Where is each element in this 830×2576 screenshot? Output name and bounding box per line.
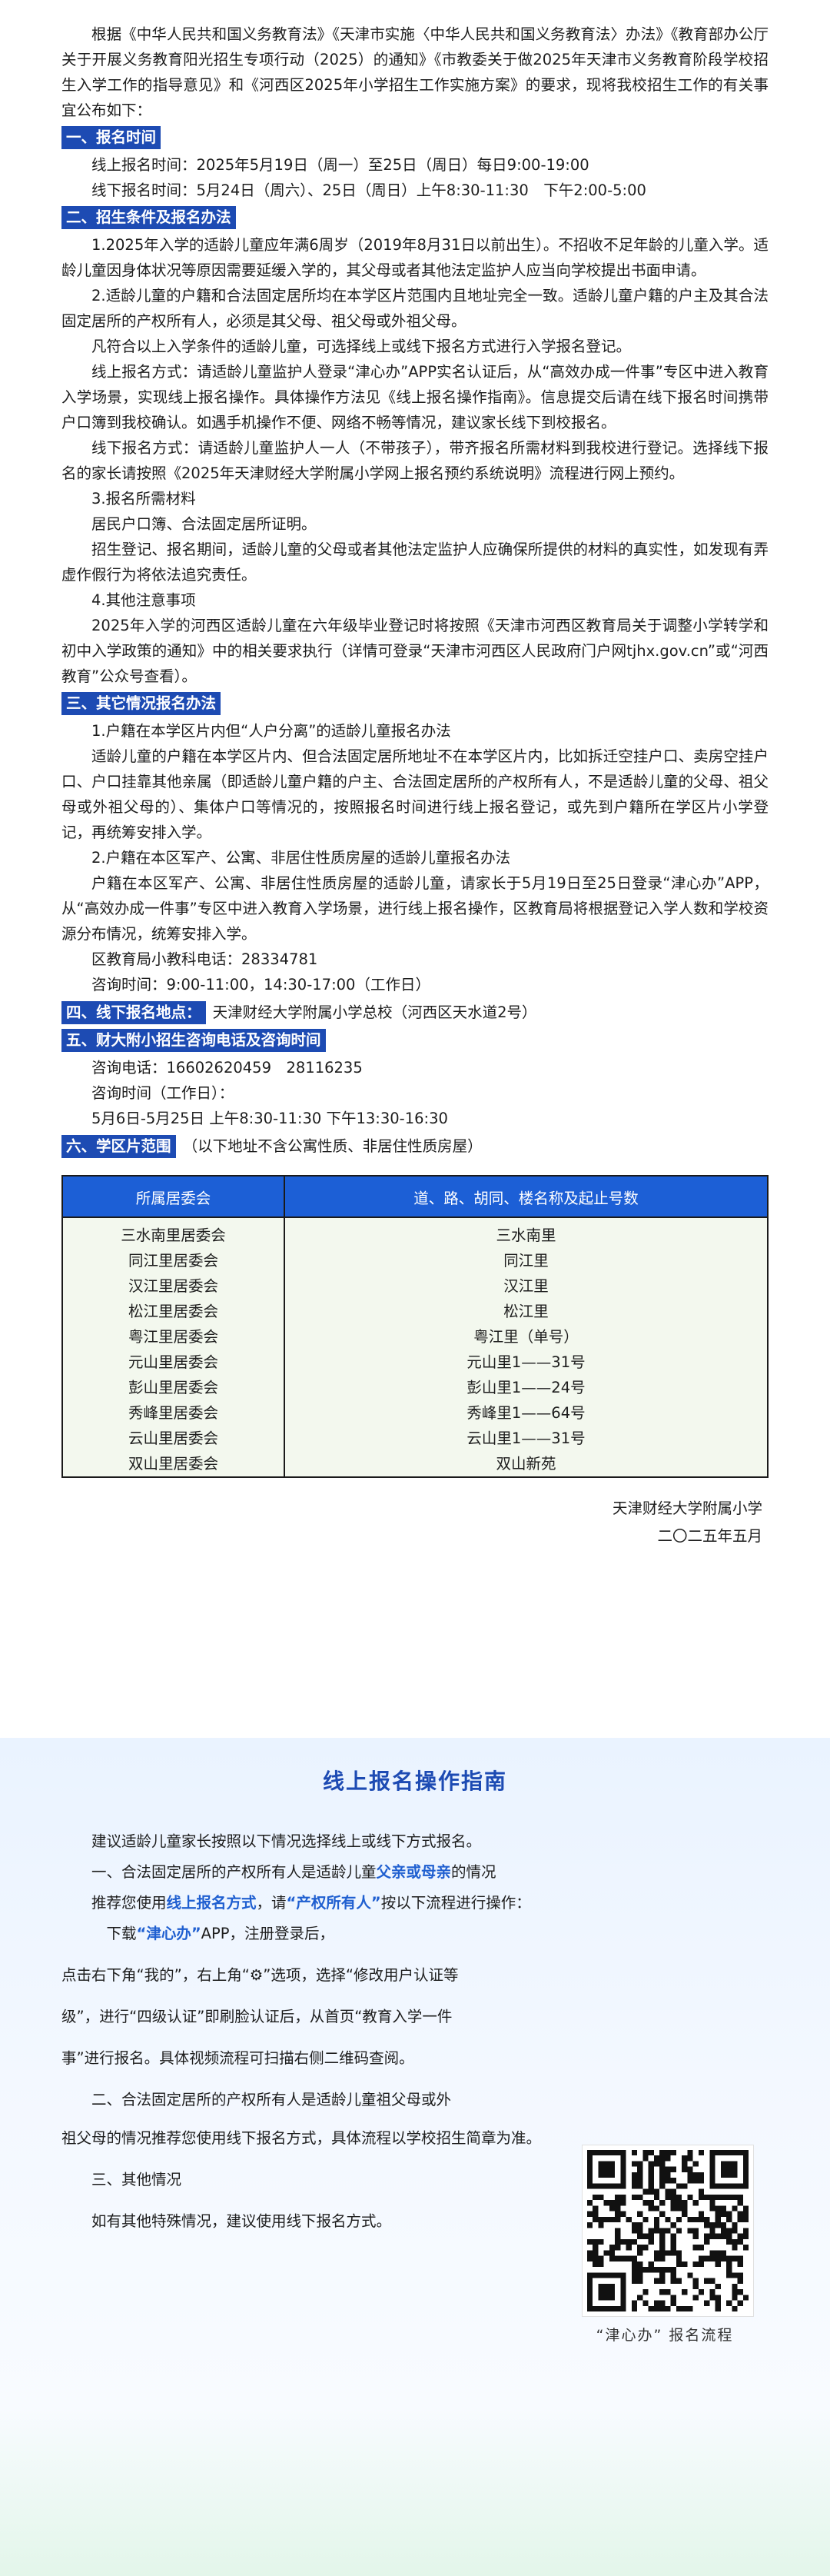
qr-caption: “津心办” 报名流程 [596,2327,734,2344]
guide-download-c: APP，注册登录后， [201,1925,335,1942]
s5-hours: 5月6日-5月25日 上午8:30-11:30 下午13:30-16:30 [91,1110,448,1127]
s5-hours-label: 咨询时间（工作日）： [91,1084,234,1102]
section-4-header: 四、线下报名地点： 天津财经大学附属小学总校（河西区天水道2号） [61,1000,769,1026]
guide-case-2: 二、合法固定居所的产权所有人是适龄儿童祖父母或外 [91,2091,452,2108]
address-cell: 松江里 [284,1299,769,1324]
guide-title: 线上报名操作指南 [322,1769,507,1794]
qr-code-icon [587,2150,749,2311]
online-time: 线上报名时间：2025年5月19日（周一）至25日（周日）每日9:00-19:0… [91,156,589,174]
signature-date: 二〇二五年五月 [657,1527,762,1545]
address-cell: 双山新苑 [284,1451,769,1478]
guide-app-name: “津心办” [136,1925,201,1942]
intro-text: 根据《中华人民共和国义务教育法》《天津市实施〈中华人民共和国义务教育法〉办法》《… [61,25,769,119]
address-cell: 云山里1——31号 [284,1426,769,1451]
section-1-header: 一、报名时间 [61,126,769,151]
s3-heading-2: 2.户籍在本区军产、公寓、非居住性质房屋的适龄儿童报名办法 [91,849,511,867]
committee-cell: 彭山里居委会 [61,1375,285,1400]
address-cell: 粤江里（单号） [284,1324,769,1350]
table-row: 秀峰里居委会 秀峰里1——64号 [61,1400,769,1426]
guide-intro: 建议适龄儿童家长按照以下情况选择线上或线下方式报名。 [91,1832,482,1850]
section-1-title: 一、报名时间 [61,126,161,149]
guide-download-a: 下载 [106,1925,137,1942]
address-cell: 元山里1——31号 [284,1350,769,1375]
guide-step-2: 级”，进行“四级认证”即刷脸认证后，从首页“教育入学一件 [61,2008,453,2025]
committee-cell: 汉江里居委会 [61,1273,285,1299]
table-row: 松江里居委会 松江里 [61,1299,769,1324]
table-row: 元山里居委会 元山里1——31号 [61,1350,769,1375]
guide-step-1: 点击右下角“我的”，右上角“⚙”选项，选择“修改用户认证等 [61,1966,459,1984]
district-table: 所属居委会 道、路、胡同、楼名称及起止号数 三水南里居委会 三水南里 同江里居委… [61,1175,769,1478]
s5-phone: 咨询电话：16602620459 28116235 [91,1059,363,1077]
s2-age-rule: 1.2025年入学的适龄儿童应年满6周岁（2019年8月31日以前出生）。不招收… [61,236,769,279]
committee-cell: 元山里居委会 [61,1350,285,1375]
s3-separated: 适龄儿童的户籍在本学区片内、但合法固定居所地址不在本学区片内，比如拆迁空挂户口、… [61,747,769,841]
guide-step-3: 事”进行报名。具体视频流程可扫描右侧二维码查阅。 [61,2049,414,2067]
address-cell: 彭山里1——24号 [284,1375,769,1400]
guide-download: 下载“津心办”APP，注册登录后， [61,1919,769,1949]
guide-case-1: 一、合法固定居所的产权所有人是适龄儿童父亲或母亲的情况 [61,1857,769,1888]
address-cell: 秀峰里1——64号 [284,1400,769,1426]
section-2-header: 二、招生条件及报名办法 [61,206,769,231]
s2-notes: 2025年入学的河西区适龄儿童在六年级毕业登记时将按照《天津市河西区教育局关于调… [61,617,769,685]
table-row: 双山里居委会 双山新苑 [61,1451,769,1478]
guide-recommend-a: 推荐您使用 [91,1894,167,1912]
s2-notes-heading: 4.其他注意事项 [91,591,196,609]
s6-note: （以下地址不含公寓性质、非居住性质房屋） [182,1137,483,1155]
s3-hours: 咨询时间：9:00-11:00，14:30-17:00（工作日） [91,976,430,993]
address-cell: 同江里 [284,1248,769,1273]
section-6-header: 六、学区片范围 （以下地址不含公寓性质、非居住性质房屋） [61,1134,769,1160]
committee-cell: 粤江里居委会 [61,1324,285,1350]
s2-online-method: 线上报名方式：请适龄儿童监护人登录“津心办”APP实名认证后，从“高效办成一件事… [61,363,769,431]
guide-online-method: 线上报名方式 [166,1894,257,1912]
committee-cell: 松江里居委会 [61,1299,285,1324]
s3-military: 户籍在本区军产、公寓、非居住性质房屋的适龄儿童，请家长于5月19日至25日登录“… [61,874,769,943]
section-2-title: 二、招生条件及报名办法 [61,206,236,229]
guide-recommend-c: ，请 [256,1894,287,1912]
committee-cell: 云山里居委会 [61,1426,285,1451]
section-3-header: 三、其它情况报名办法 [61,692,769,717]
guide-owner: “产权所有人” [286,1894,381,1912]
table-row: 彭山里居委会 彭山里1——24号 [61,1375,769,1400]
s2-offline-method: 线下报名方式：请适龄儿童监护人一人（不带孩子），带齐报名所需材料到我校进行登记。… [61,439,769,482]
qr-code[interactable] [583,2145,753,2316]
table-row: 三水南里居委会 三水南里 [61,1217,769,1248]
committee-cell: 秀峰里居委会 [61,1400,285,1426]
address-cell: 三水南里 [284,1217,769,1248]
guide-recommend: 推荐您使用线上报名方式，请“产权所有人”按以下流程进行操作： [61,1888,769,1919]
committee-cell: 双山里居委会 [61,1451,285,1478]
table-row: 同江里居委会 同江里 [61,1248,769,1273]
announcement-content: 根据《中华人民共和国义务教育法》《天津市实施〈中华人民共和国义务教育法〉办法》《… [61,22,769,1550]
s2-materials-heading: 3.报名所需材料 [91,490,196,508]
guide-recommend-e: 按以下流程进行操作： [380,1894,531,1912]
offline-location: 天津财经大学附属小学总校（河西区天水道2号） [212,1003,537,1021]
guide-case-1-highlight: 父亲或母亲 [376,1863,452,1881]
s2-residence-rule: 2.适龄儿童的户籍和合法固定居所均在本学区片范围内且地址完全一致。适龄儿童户籍的… [61,287,769,330]
school-signature: 天津财经大学附属小学 [612,1499,762,1517]
s3-phone: 区教育局小教科电话：28334781 [91,950,318,968]
section-5-header: 五、财大附小招生咨询电话及咨询时间 [61,1029,769,1053]
guide-case-1-c: 的情况 [451,1863,496,1881]
section-6-title: 六、学区片范围 [61,1135,176,1158]
table-header-row: 所属居委会 道、路、胡同、楼名称及起止号数 [61,1175,769,1218]
section-3-title: 三、其它情况报名办法 [61,692,221,715]
s3-heading-1: 1.户籍在本学区片内但“人户分离”的适龄儿童报名办法 [91,722,451,740]
table-header-committee: 所属居委会 [61,1175,285,1218]
guide-case-1-a: 一、合法固定居所的产权所有人是适龄儿童 [91,1863,377,1881]
committee-cell: 同江里居委会 [61,1248,285,1273]
s2-authenticity: 招生登记、报名期间，适龄儿童的父母或者其他法定监护人应确保所提供的材料的真实性，… [61,541,769,584]
table-row: 粤江里居委会 粤江里（单号） [61,1324,769,1350]
table-row: 汉江里居委会 汉江里 [61,1273,769,1299]
committee-cell: 三水南里居委会 [61,1217,285,1248]
section-4-title: 四、线下报名地点： [61,1001,206,1024]
section-5-title: 五、财大附小招生咨询电话及咨询时间 [61,1029,326,1052]
s2-eligibility: 凡符合以上入学条件的适龄儿童，可选择线上或线下报名方式进行入学报名登记。 [91,338,632,355]
district-table-wrap: 所属居委会 道、路、胡同、楼名称及起止号数 三水南里居委会 三水南里 同江里居委… [61,1175,769,1478]
offline-time: 线下报名时间：5月24日（周六）、25日（周日）上午8:30-11:30 下午2… [91,181,646,199]
s2-materials: 居民户口簿、合法固定居所证明。 [91,515,317,533]
table-header-address: 道、路、胡同、楼名称及起止号数 [284,1175,769,1218]
table-row: 云山里居委会 云山里1——31号 [61,1426,769,1451]
address-cell: 汉江里 [284,1273,769,1299]
